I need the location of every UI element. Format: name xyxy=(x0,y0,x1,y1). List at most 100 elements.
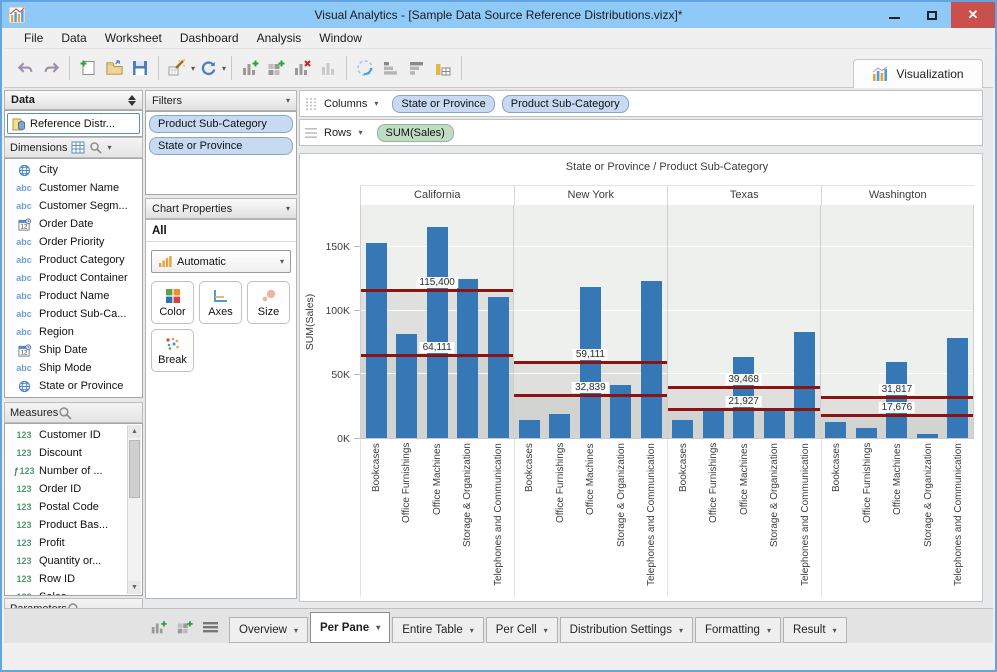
columns-menu-icon[interactable]: ▾ xyxy=(374,99,378,108)
measure-order-id[interactable]: 123Order ID xyxy=(5,480,142,498)
new-file-icon[interactable] xyxy=(75,55,101,81)
refresh-icon[interactable] xyxy=(195,55,221,81)
tab-formatting[interactable]: Formatting▾ xyxy=(695,617,781,643)
refresh-caret-icon[interactable]: ▾ xyxy=(222,64,226,73)
add-worksheet-icon[interactable] xyxy=(237,55,263,81)
dimension-region[interactable]: abcRegion xyxy=(5,323,142,341)
dimension-city[interactable]: City xyxy=(5,161,142,179)
measure-customer-id[interactable]: 123Customer ID xyxy=(5,426,142,444)
scroll-down-icon[interactable]: ▼ xyxy=(128,581,141,594)
bar-washington-telephones-and-communication[interactable] xyxy=(947,338,968,438)
redo-icon[interactable] xyxy=(38,55,64,81)
dimension-ship-mode[interactable]: abcShip Mode xyxy=(5,359,142,377)
rows-pill-sum-sales[interactable]: SUM(Sales) xyxy=(377,124,454,142)
bar-texas-bookcases[interactable] xyxy=(672,420,693,438)
bar-washington-bookcases[interactable] xyxy=(825,422,846,438)
delete-worksheet-icon[interactable] xyxy=(289,55,315,81)
dimension-customer-segm[interactable]: abcCustomer Segm... xyxy=(5,197,142,215)
menu-file[interactable]: File xyxy=(16,29,51,47)
bar-new-york-telephones-and-communication[interactable] xyxy=(641,281,662,438)
measure-postal-code[interactable]: 123Postal Code xyxy=(5,498,142,516)
measure-number-of[interactable]: ƒ123Number of ... xyxy=(5,462,142,480)
measure-quantity-or[interactable]: 123Quantity or... xyxy=(5,552,142,570)
dimension-customer-name[interactable]: abcCustomer Name xyxy=(5,179,142,197)
measure-row-id[interactable]: 123Row ID xyxy=(5,570,142,588)
bar-new-york-storage-organization[interactable] xyxy=(610,385,631,438)
search-measures-icon[interactable] xyxy=(58,406,72,420)
dimensions-menu-icon[interactable]: ▾ xyxy=(107,143,111,152)
sheet-list-icon[interactable] xyxy=(202,619,219,635)
tab-per-pane[interactable]: Per Pane▾ xyxy=(310,612,390,643)
bar-texas-office-furnishings[interactable] xyxy=(703,409,724,438)
save-icon[interactable] xyxy=(127,55,153,81)
tab-distribution-settings[interactable]: Distribution Settings▾ xyxy=(560,617,693,643)
menu-dashboard[interactable]: Dashboard xyxy=(172,29,247,47)
break-button[interactable]: Break xyxy=(151,329,194,372)
bar-california-office-furnishings[interactable] xyxy=(396,334,417,438)
tab-overview[interactable]: Overview▾ xyxy=(229,617,308,643)
maximize-button[interactable] xyxy=(913,2,951,28)
open-file-icon[interactable] xyxy=(101,55,127,81)
tab-result[interactable]: Result▾ xyxy=(783,617,847,643)
dimension-product-container[interactable]: abcProduct Container xyxy=(5,269,142,287)
new-dashboard-icon[interactable] xyxy=(176,618,194,636)
columns-pill-state-or-province[interactable]: State or Province xyxy=(392,95,494,113)
measure-discount[interactable]: 123Discount xyxy=(5,444,142,462)
bar-california-office-machines[interactable] xyxy=(427,227,448,438)
chart-properties-menu-icon[interactable]: ▾ xyxy=(286,204,290,213)
sort-fields-icon[interactable] xyxy=(128,95,136,106)
menu-window[interactable]: Window xyxy=(311,29,370,47)
sort-ascending-icon[interactable] xyxy=(378,55,404,81)
bar-california-storage-organization[interactable] xyxy=(457,279,478,438)
add-dashboard-icon[interactable] xyxy=(263,55,289,81)
bar-california-telephones-and-communication[interactable] xyxy=(488,297,509,438)
measure-product-bas[interactable]: 123Product Bas... xyxy=(5,516,142,534)
bar-california-bookcases[interactable] xyxy=(366,243,387,438)
color-button[interactable]: Color xyxy=(151,281,194,324)
new-worksheet-icon[interactable] xyxy=(150,618,168,636)
search-dimensions-icon[interactable] xyxy=(89,141,102,154)
measures-scrollbar[interactable]: ▲ ▼ xyxy=(127,425,141,594)
duplicate-worksheet-icon[interactable] xyxy=(315,55,341,81)
dimension-product-category[interactable]: abcProduct Category xyxy=(5,251,142,269)
bar-new-york-office-furnishings[interactable] xyxy=(549,414,570,438)
menu-worksheet[interactable]: Worksheet xyxy=(97,29,170,47)
dimension-product-sub-ca[interactable]: abcProduct Sub-Ca... xyxy=(5,305,142,323)
bar-washington-office-furnishings[interactable] xyxy=(856,428,877,438)
bar-texas-storage-organization[interactable] xyxy=(764,411,785,438)
mark-type-select[interactable]: Automatic ▾ xyxy=(151,250,291,273)
visualization-tab[interactable]: Visualization xyxy=(853,59,983,88)
axes-button[interactable]: Axes xyxy=(199,281,242,324)
bar-washington-storage-organization[interactable] xyxy=(917,434,938,438)
scrollbar-thumb[interactable] xyxy=(129,440,140,498)
rows-menu-icon[interactable]: ▾ xyxy=(359,128,363,137)
undo-icon[interactable] xyxy=(12,55,38,81)
highlight-icon[interactable] xyxy=(352,55,378,81)
data-source-item[interactable]: Reference Distr... xyxy=(7,113,140,134)
dimension-state-or-province[interactable]: State or Province xyxy=(5,377,142,395)
tab-per-cell[interactable]: Per Cell▾ xyxy=(486,617,558,643)
new-data-source-icon[interactable] xyxy=(164,55,190,81)
menu-data[interactable]: Data xyxy=(53,29,94,47)
dimension-ship-date[interactable]: 12Ship Date xyxy=(5,341,142,359)
filter-pill-state-or-province[interactable]: State or Province xyxy=(149,137,293,155)
filter-pill-product-sub-category[interactable]: Product Sub-Category xyxy=(149,115,293,133)
measure-profit[interactable]: 123Profit xyxy=(5,534,142,552)
minimize-button[interactable] xyxy=(875,2,913,28)
tab-entire-table[interactable]: Entire Table▾ xyxy=(392,617,484,643)
menu-analysis[interactable]: Analysis xyxy=(249,29,310,47)
dimension-order-priority[interactable]: abcOrder Priority xyxy=(5,233,142,251)
marks-card-all[interactable]: All xyxy=(146,220,296,242)
filters-menu-icon[interactable]: ▾ xyxy=(286,96,290,105)
scroll-up-icon[interactable]: ▲ xyxy=(128,425,141,438)
view-data-icon[interactable] xyxy=(71,141,85,154)
columns-pill-product-sub-category[interactable]: Product Sub-Category xyxy=(502,95,629,113)
sort-descending-icon[interactable] xyxy=(404,55,430,81)
dimension-order-date[interactable]: 12Order Date xyxy=(5,215,142,233)
size-button[interactable]: Size xyxy=(247,281,290,324)
dimension-product-name[interactable]: abcProduct Name xyxy=(5,287,142,305)
swap-axes-icon[interactable] xyxy=(430,55,456,81)
measure-sales[interactable]: 123Sales xyxy=(5,588,142,596)
close-button[interactable]: ✕ xyxy=(951,2,995,28)
bar-washington-office-machines[interactable] xyxy=(886,362,907,438)
